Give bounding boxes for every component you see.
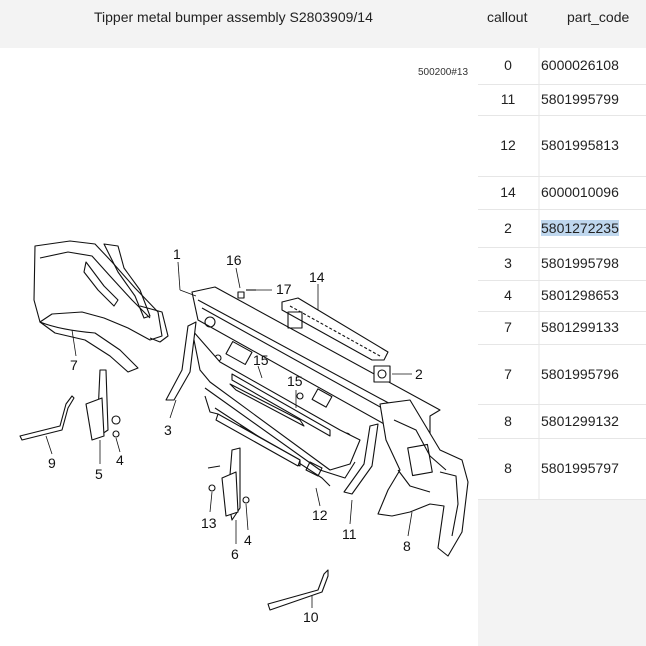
part-code-cell[interactable]: 5801995796: [540, 366, 646, 382]
callout-label-16: 16: [226, 252, 242, 268]
callout-label-10: 10: [303, 609, 319, 625]
callout-label-14: 14: [309, 269, 325, 285]
part-code-cell[interactable]: 5801299133: [540, 319, 646, 335]
callout-label-15a: 15: [253, 352, 269, 368]
table-row[interactable]: 11 5801995799: [478, 85, 646, 116]
callout-cell: 4: [504, 287, 512, 303]
left-end-cap-drawing: [33, 240, 169, 373]
callout-label-3: 3: [164, 422, 172, 438]
table-row[interactable]: 4 5801298653: [478, 281, 646, 312]
callout-label-2: 2: [415, 366, 423, 382]
part-code-cell[interactable]: 5801272235: [540, 219, 646, 236]
table-row[interactable]: 14 6000010096: [478, 177, 646, 210]
right-end-cap-drawing: [377, 399, 469, 557]
part-code-cell[interactable]: 5801995798: [540, 255, 646, 271]
bracket-5-drawing: [85, 369, 121, 441]
table-row[interactable]: 3 5801995798: [478, 248, 646, 281]
bracket-6-drawing: [207, 447, 250, 521]
callout-label-9: 9: [48, 455, 56, 471]
parts-diagram: 1 2 3 4 4 5 6 7 8 9 10 11 12 13 14 15 15…: [19, 240, 469, 625]
table-row[interactable]: 7 5801299133: [478, 312, 646, 345]
callout-cell: 2: [504, 219, 512, 236]
part-code-cell[interactable]: 5801995813: [540, 137, 646, 153]
column-header-part-code[interactable]: part_code: [567, 9, 629, 25]
parts-table: 0 6000026108 11 5801995799 12 5801995813 14 600…: [478, 48, 646, 646]
callout-cell: 12: [500, 137, 516, 153]
callout-cell: 8: [504, 412, 512, 429]
part-code-cell[interactable]: 6000026108: [540, 57, 646, 73]
callout-cell: 3: [504, 255, 512, 271]
rod-10-drawing: [267, 569, 329, 611]
bracket-3-drawing: [165, 321, 197, 401]
table-row[interactable]: 12 5801995813: [478, 116, 646, 177]
header-bar: Tipper metal bumper assembly S2803909/14…: [0, 0, 646, 48]
callout-label-8: 8: [403, 538, 411, 554]
callout-label-5: 5: [95, 466, 103, 482]
callout-cell: 8: [504, 460, 512, 476]
part-code-cell[interactable]: 5801299132: [540, 413, 646, 429]
callout-label-15b: 15: [287, 373, 303, 389]
callout-cell: 7: [504, 365, 512, 382]
table-row[interactable]: 7 5801995796: [478, 345, 646, 405]
plate-2-drawing: [373, 365, 391, 383]
selected-part-code-highlight: 5801272235: [541, 219, 619, 236]
callout-cell: 7: [504, 319, 512, 335]
part-code-cell[interactable]: 5801995797: [540, 460, 646, 476]
table-row[interactable]: 2 5801272235: [478, 210, 646, 248]
column-header-callout[interactable]: callout: [487, 9, 527, 25]
part-code-cell[interactable]: 5801298653: [540, 287, 646, 303]
table-row[interactable]: 0 6000026108: [478, 48, 646, 85]
callout-label-6: 6: [231, 546, 239, 562]
table-row[interactable]: 8 5801299132: [478, 405, 646, 439]
part-code-cell[interactable]: 5801995799: [540, 91, 646, 107]
page-title: Tipper metal bumper assembly S2803909/14: [94, 9, 373, 25]
callout-label-7: 7: [70, 357, 78, 373]
part-code-cell[interactable]: 6000010096: [540, 184, 646, 200]
callout-label-4a: 4: [116, 452, 124, 468]
callout-cell: 14: [500, 184, 516, 200]
callout-label-13: 13: [201, 515, 217, 531]
callout-label-12: 12: [312, 507, 328, 523]
rod-9-drawing: [19, 395, 75, 441]
callout-cell: 0: [504, 57, 512, 73]
callout-label-4b: 4: [244, 532, 252, 548]
callout-cell: 11: [500, 91, 516, 107]
bolt-16-drawing: [237, 291, 245, 299]
callout-label-17: 17: [276, 281, 292, 297]
callout-label-1: 1: [173, 246, 181, 262]
callout-label-11: 11: [342, 526, 357, 542]
table-row[interactable]: 8 5801995797: [478, 439, 646, 500]
